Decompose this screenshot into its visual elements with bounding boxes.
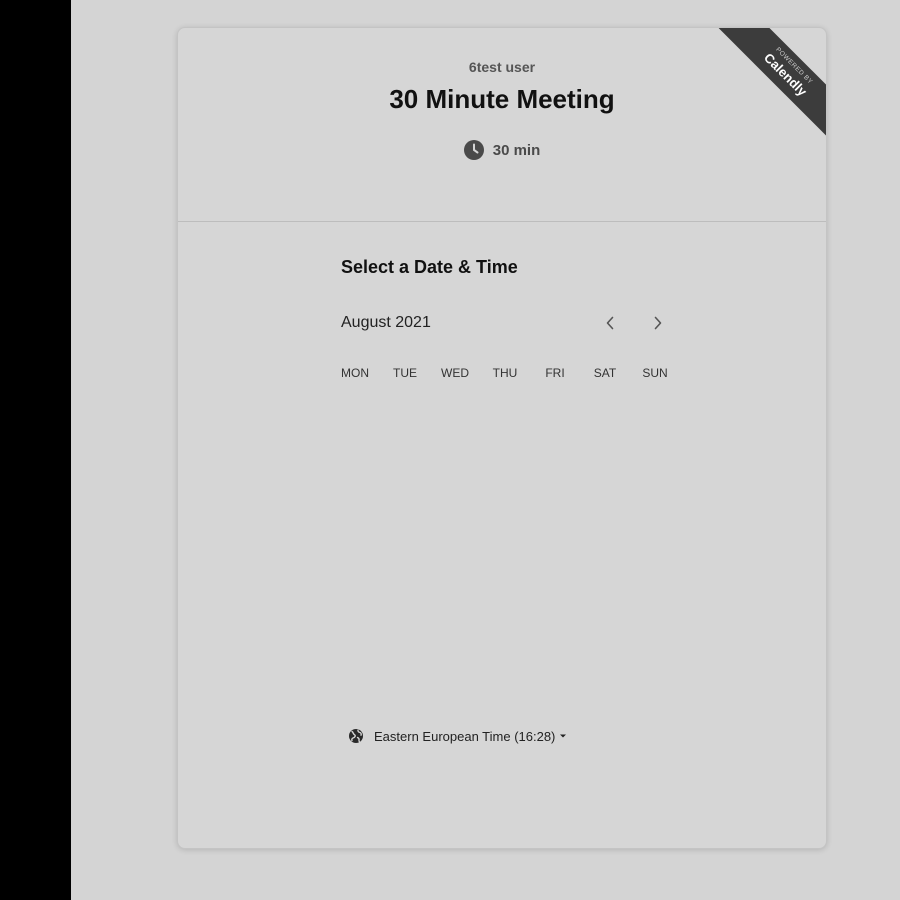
weekday-sat: SAT	[593, 366, 617, 380]
calendly-badge[interactable]: POWERED BY Calendly	[718, 28, 826, 138]
event-duration: 30 min	[178, 140, 826, 160]
weekday-tue: TUE	[393, 366, 417, 380]
scheduling-card: 6test user 30 Minute Meeting 30 min POWE…	[177, 27, 827, 849]
weekday-thu: THU	[492, 366, 518, 380]
clock-icon	[463, 140, 484, 160]
next-month-button[interactable]	[646, 311, 670, 335]
globe-icon	[349, 729, 363, 743]
timezone-label: Eastern European Time (16:28)	[374, 728, 556, 744]
picker-title: Select a Date & Time	[341, 257, 518, 277]
month-label: August 2021	[341, 314, 431, 331]
chevron-left-icon	[606, 316, 614, 330]
duration-label: 30 min	[492, 141, 541, 159]
left-black-bar	[0, 0, 71, 900]
timezone-selector[interactable]: Eastern European Time (16:28)	[348, 728, 567, 744]
weekday-header: MON TUE WED THU FRI SAT SUN	[330, 366, 680, 380]
caret-down-icon	[560, 734, 567, 738]
chevron-right-icon	[654, 316, 662, 330]
weekday-sun: SUN	[642, 366, 668, 380]
weekday-wed: WED	[441, 366, 469, 380]
powered-by-ribbon[interactable]: POWERED BY Calendly	[716, 28, 826, 138]
weekday-mon: MON	[341, 366, 369, 380]
previous-month-button[interactable]	[598, 311, 622, 335]
weekday-fri: FRI	[545, 366, 565, 380]
